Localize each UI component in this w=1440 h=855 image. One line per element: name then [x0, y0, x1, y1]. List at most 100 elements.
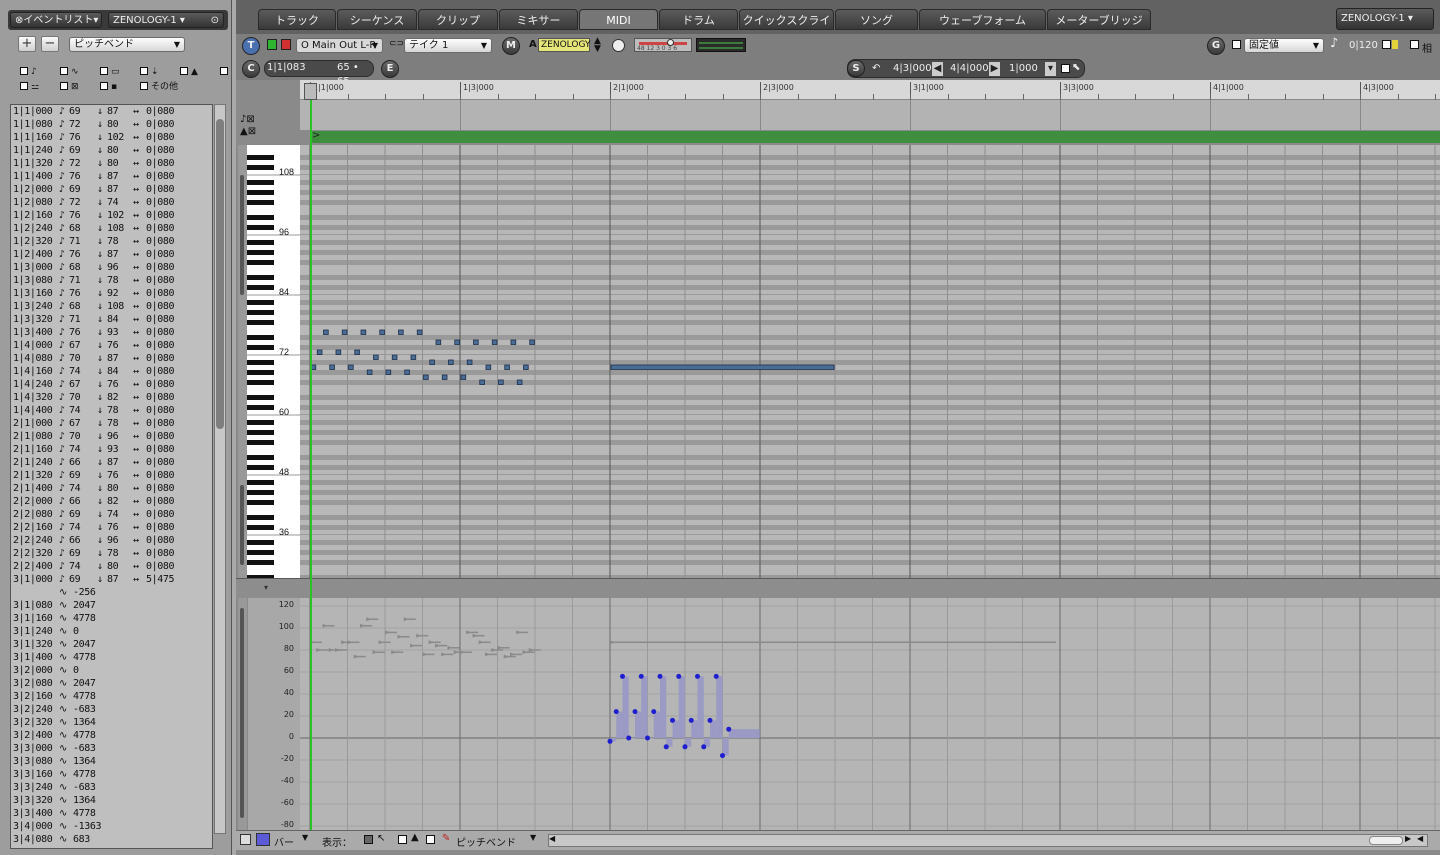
filter-other[interactable]: その他 — [140, 81, 178, 93]
pitchbend-point[interactable] — [670, 717, 675, 723]
event-row[interactable]: 3|4|080 ∿ 683 — [11, 833, 212, 846]
midi-note[interactable] — [460, 374, 467, 380]
event-row[interactable]: 1|1|000 ♪ 69 ↓ 87 ↔ 0|080 — [11, 105, 212, 118]
take-select[interactable]: テイク 1 ▼ — [404, 38, 492, 53]
pitchbend-bar[interactable] — [653, 711, 660, 738]
tab-5[interactable]: ドラム — [659, 9, 738, 30]
filter-sysex[interactable]: ⚍ — [20, 81, 39, 93]
pan-knob[interactable] — [612, 39, 625, 52]
event-row[interactable]: 3|1|000 ♪ 69 ↓ 87 ↔ 5|475 — [11, 573, 212, 586]
velocity-handle[interactable] — [441, 652, 447, 657]
tab-8[interactable]: ウェーブフォーム — [919, 9, 1046, 30]
black-key[interactable] — [247, 440, 274, 445]
pitchbend-point[interactable] — [682, 744, 688, 750]
controller-lane[interactable] — [300, 598, 1440, 830]
velocity-handle[interactable] — [422, 652, 428, 657]
event-row[interactable]: 1|2|320 ♪ 71 ↓ 78 ↔ 0|080 — [11, 235, 212, 248]
midi-note[interactable] — [335, 349, 342, 355]
tab-3[interactable]: ミキサー — [499, 9, 578, 30]
midi-note[interactable] — [504, 364, 510, 370]
event-row[interactable]: 1|4|000 ♪ 67 ↓ 76 ↔ 0|080 — [11, 339, 212, 352]
velocity-handle[interactable] — [366, 617, 372, 622]
volume-slider[interactable]: 48 12 3 0 3 6 — [634, 38, 692, 52]
timeline-ruler[interactable]: 1|1|000 1|3|000 2|1|000 2|3|000 3|1|000 3|3|0… — [300, 80, 1440, 100]
black-key[interactable] — [247, 200, 274, 205]
event-row[interactable]: 1|1|320 ♪ 72 ↓ 80 ↔ 0|080 — [11, 157, 212, 170]
bar-mode-icon[interactable] — [256, 833, 270, 846]
velocity-handle[interactable] — [347, 640, 353, 645]
velocity-handle[interactable] — [410, 643, 415, 648]
velocity-handle[interactable] — [428, 640, 434, 645]
record-icon[interactable] — [281, 39, 291, 50]
event-row[interactable]: 3|2|320 ∿ 1364 — [11, 716, 212, 729]
piano-roll-grid[interactable] — [300, 145, 1440, 578]
pitchbend-point[interactable] — [713, 673, 719, 679]
black-key[interactable] — [247, 240, 274, 245]
event-row[interactable]: 1|1|240 ♪ 69 ↓ 80 ↔ 0|080 — [11, 144, 212, 157]
event-row[interactable]: 2|2|080 ♪ 69 ↓ 74 ↔ 0|080 — [11, 508, 212, 521]
velocity-handle[interactable] — [485, 652, 490, 657]
black-key[interactable] — [247, 480, 274, 485]
filter-channel[interactable]: ▪ — [100, 81, 117, 93]
midi-note[interactable] — [498, 379, 504, 385]
event-row[interactable]: 3|1|320 ∿ 2047 — [11, 638, 212, 651]
event-row[interactable]: 1|2|000 ♪ 69 ↓ 87 ↔ 0|080 — [11, 183, 212, 196]
display-checkbox-2[interactable] — [398, 835, 407, 844]
event-row[interactable]: 2|2|400 ♪ 74 ↓ 80 ↔ 0|080 — [11, 560, 212, 573]
instrument-dropdown[interactable]: ZENOLOGY-1 ▾ ⊙ — [108, 12, 224, 28]
velocity-handle[interactable] — [403, 617, 409, 622]
event-row[interactable]: 1|2|240 ♪ 68 ↓ 108 ↔ 0|080 — [11, 222, 212, 235]
event-row[interactable]: 3|3|000 ∿ -683 — [11, 742, 212, 755]
black-key[interactable] — [247, 420, 274, 425]
pitchbend-point[interactable] — [707, 717, 713, 723]
ruler-handle[interactable] — [304, 83, 317, 100]
scroll-left-icon[interactable]: ◀ — [549, 834, 555, 843]
midi-note[interactable] — [360, 329, 367, 335]
midi-note[interactable] — [510, 339, 517, 345]
scrollbar-thumb[interactable] — [216, 119, 224, 429]
chevron-down-icon[interactable]: ▼ — [530, 833, 536, 842]
filter-program[interactable]: ▲ — [180, 66, 198, 78]
pitchbend-bar[interactable] — [710, 720, 717, 738]
black-key[interactable] — [247, 360, 274, 365]
midi-note[interactable] — [329, 364, 335, 370]
event-list-dropdown[interactable]: ⊗イベントリスト▾ — [10, 12, 102, 28]
midi-note[interactable] — [473, 339, 479, 345]
event-row[interactable]: 2|1|000 ♪ 67 ↓ 78 ↔ 0|080 — [11, 417, 212, 430]
pitchbend-point[interactable] — [676, 673, 682, 679]
event-row[interactable]: 3|1|400 ∿ 4778 — [11, 651, 212, 664]
velocity-handle[interactable] — [516, 630, 522, 635]
event-type-select[interactable]: ピッチベンド ▼ — [69, 37, 185, 52]
scroll-left-icon[interactable]: ◀ — [1417, 834, 1423, 843]
velocity-handle[interactable] — [341, 640, 347, 645]
midi-note[interactable] — [366, 369, 373, 375]
event-row[interactable]: 3|2|400 ∿ 4778 — [11, 729, 212, 742]
tab-1[interactable]: シーケンス — [337, 9, 417, 30]
quantize-mode-select[interactable]: 固定値 ▼ — [1244, 38, 1324, 53]
pitchbend-point[interactable] — [638, 673, 644, 679]
midi-note[interactable] — [348, 364, 354, 370]
event-row[interactable]: 1|1|400 ♪ 76 ↓ 87 ↔ 0|080 — [11, 170, 212, 183]
event-row[interactable]: 1|3|080 ♪ 71 ↓ 78 ↔ 0|080 — [11, 274, 212, 287]
event-row[interactable]: 3|3|160 ∿ 4778 — [11, 768, 212, 781]
pitchbend-point[interactable] — [613, 709, 619, 715]
velocity-handle[interactable] — [503, 654, 509, 659]
event-row[interactable]: 1|3|400 ♪ 76 ↓ 93 ↔ 0|080 — [11, 326, 212, 339]
m-button[interactable]: M — [502, 37, 520, 55]
range-length[interactable]: 1|000 — [1009, 62, 1038, 76]
piano-keyboard[interactable]: 108 96 84 72 60 48 36 — [247, 145, 300, 578]
event-row[interactable]: 3|1|160 ∿ 4778 — [11, 612, 212, 625]
pane-splitter[interactable]: ▾ — [236, 578, 1440, 598]
velocity-handle[interactable] — [472, 633, 478, 638]
track-t-button[interactable]: T — [242, 37, 260, 55]
pitchbend-point[interactable] — [645, 735, 650, 741]
midi-note[interactable] — [341, 329, 348, 335]
pitchbend-point[interactable] — [720, 753, 725, 759]
midi-note[interactable] — [385, 369, 392, 375]
loop-region[interactable]: > — [310, 130, 1440, 143]
undo-icon[interactable]: ↶ — [872, 62, 880, 76]
velocity-handle[interactable] — [397, 634, 403, 639]
midi-note[interactable] — [448, 359, 454, 365]
filter-controller[interactable]: ▭ — [100, 66, 120, 78]
black-key[interactable] — [247, 465, 274, 470]
